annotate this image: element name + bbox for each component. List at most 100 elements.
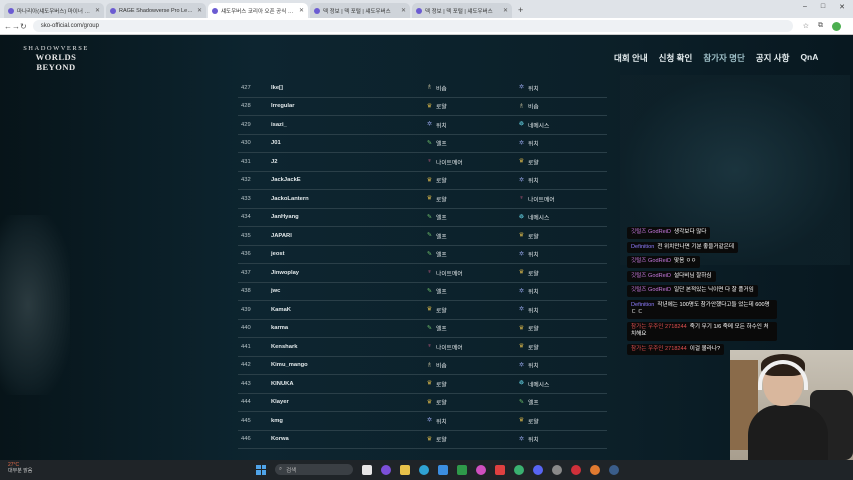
store-icon[interactable] [438,464,448,475]
close-tab-icon[interactable]: ✕ [299,7,304,14]
file-explorer-icon[interactable] [400,464,410,475]
nightmare-icon: ♆ [427,158,432,165]
class-cell: ♆ 나이트메어 [426,157,462,167]
crown-icon: ♛ [518,417,525,424]
participant-number: 446 [241,436,251,443]
participant-name: JackJackE [271,177,301,184]
app-icon-orange[interactable] [590,464,600,475]
class-label: 위치 [528,252,539,259]
class-label: 위치 [528,86,539,93]
participant-name: Irregular [271,103,295,110]
nav-link[interactable]: 참가자 명단 [703,52,744,64]
class-cell: ♛ 로얄 [518,324,539,333]
app-icon-gray[interactable] [552,464,562,475]
reload-icon[interactable]: ↻ [20,22,27,31]
tab-title: 덱 정보 | 덱 포털 | 섀도우버스 [323,8,391,15]
table-row: 442 Kimu_mango ♗ 비숍 ✲ 위치 [238,357,607,375]
discord-icon[interactable] [533,464,543,475]
participant-number: 433 [241,195,251,202]
table-row: 431 J2 ♆ 나이트메어 ♛ 로얄 [238,153,607,172]
nav-link[interactable]: 대회 안내 [614,52,648,64]
participant-number: 442 [241,362,251,369]
class-cell: ✎ 엘프 [426,139,447,148]
leaf-icon: ✎ [426,288,433,295]
class-cell: ♛ 로얄 [426,194,447,204]
browser-tab[interactable]: 덱 정보 | 덱 포털 | 섀도우버스 ✕ [412,3,512,18]
app-icon-green[interactable] [514,464,524,475]
favicon-icon [212,7,218,14]
media-icon[interactable] [476,464,486,475]
bookmark-star-icon[interactable]: ☆ [803,22,809,30]
nav-link[interactable]: QnA [800,52,818,64]
participant-name: jwc [271,288,281,295]
chat-text: 일단 본적있는 닉이면 다 잘 플거임 [674,287,754,293]
new-tab-button[interactable]: + [518,3,523,18]
site-logo[interactable]: SHADOWVERSE WORLDS BEYOND [16,45,96,72]
crown-icon: ♛ [518,158,525,165]
extensions-icon[interactable]: ⧉ [818,22,823,30]
browser-tab[interactable]: 마나리아(섀도우버스) 마이너 갤러리 ✕ [4,3,104,18]
close-window-button[interactable]: ✕ [839,3,845,11]
witch-icon: ✲ [518,140,525,147]
table-row: 445 kmg ✲ 위치 ♛ 로얄 [238,412,607,431]
close-tab-icon[interactable]: ✕ [197,7,202,14]
table-row: 433 JackoLantern ♛ 로얄 ♆ 나이트메어 [238,190,607,209]
chat-text: 전 위치만나면 기분 좋을거같은데 [657,243,735,250]
participant-number: 429 [241,121,251,128]
class-cell: ♆ 나이트메어 [426,268,462,278]
class-label: 위치 [528,289,539,296]
crown-icon: ♛ [518,343,525,350]
close-tab-icon[interactable]: ✕ [401,7,406,14]
spreadsheet-icon[interactable] [457,464,467,475]
profile-avatar[interactable] [831,21,841,31]
close-tab-icon[interactable]: ✕ [95,7,100,14]
maximize-button[interactable]: □ [821,3,825,11]
address-bar-row: ← → ↻ sko-official.com/group ☆ ⧉ ⋮ [0,18,853,35]
webcam-overlay [730,350,853,460]
participant-name: J01 [271,140,281,147]
taskbar-search[interactable]: ⌕ 검색 [275,464,353,475]
class-label: 로얄 [528,160,539,167]
window-controls: – □ ✕ [803,3,845,11]
windows-start-icon[interactable] [256,464,266,475]
task-view-icon[interactable] [362,464,372,475]
back-arrow-icon[interactable]: ← [4,22,12,31]
class-label: 네메시스 [528,123,550,130]
edge-icon[interactable] [419,464,429,475]
steam-icon[interactable] [609,464,619,475]
witch-icon: ✲ [518,177,525,184]
background-art [0,215,70,395]
favicon-icon [416,7,422,14]
crown-icon: ♛ [426,399,433,406]
chat-nick: 참가는 우주인 2718244 [631,323,687,330]
minimize-button[interactable]: – [803,3,807,11]
chat-message: 깃털즈 GodReiD 일단 본적있는 닉이면 다 잘 플거임 [627,285,758,297]
participant-name: jeost [271,251,285,258]
browser-tab[interactable]: 섀도우버스 코리아 오픈 공식 사이트 ✕ [208,3,308,18]
participant-name: KamaK [271,306,291,313]
participant-name: isazi_ [271,121,287,128]
class-cell: ☸ 네메시스 [518,213,550,222]
participant-number: 431 [241,158,251,165]
participant-number: 445 [241,417,251,424]
url-input[interactable]: sko-official.com/group [32,20,793,32]
browser-tab[interactable]: 덱 정보 | 덱 포털 | 섀도우버스 ✕ [310,3,410,18]
chat-nick: 깃털즈 GodReiD [631,258,671,264]
app-icon-red[interactable] [495,464,505,475]
class-label: 엘프 [436,252,447,259]
chrome-icon[interactable] [381,464,391,475]
nav-link[interactable]: 공지 사항 [756,52,790,64]
nav-link[interactable]: 신청 확인 [659,52,693,64]
participant-number: 437 [241,269,251,276]
participant-name: JanHyang [271,214,299,221]
table-row: 439 KamaK ♛ 로얄 ✲ 위치 [238,301,607,320]
participant-name: Kenshark [271,343,298,350]
forward-arrow-icon[interactable]: → [12,22,20,31]
browser-tab[interactable]: RAGE Shadowverse Pro League ✕ [106,3,206,18]
obs-icon[interactable] [571,464,581,475]
class-label: 위치 [528,141,539,148]
nightmare-icon: ♆ [519,195,524,202]
weather-widget[interactable]: 27°C 대부분 맑음 [8,462,32,474]
close-tab-icon[interactable]: ✕ [503,7,508,14]
class-cell: ✲ 위치 [518,250,539,259]
